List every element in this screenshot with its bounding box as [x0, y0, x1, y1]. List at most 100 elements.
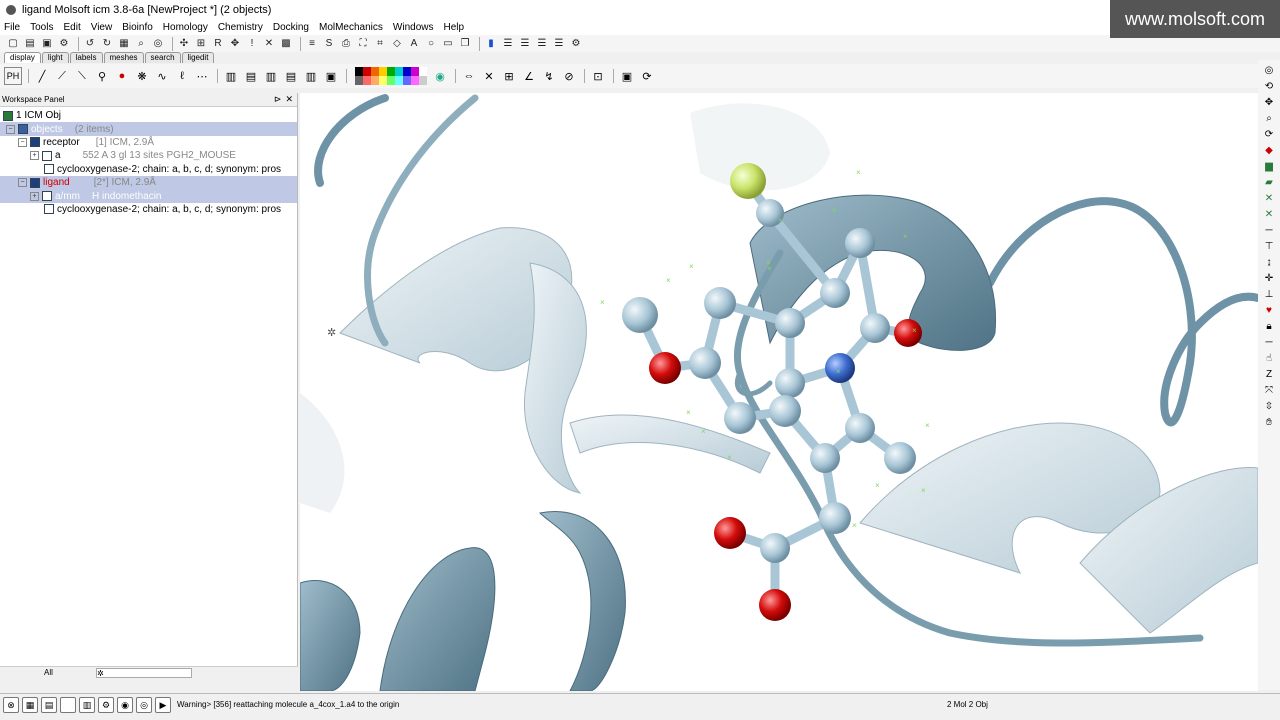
site-label-icon[interactable]: ▤ [282, 67, 300, 85]
tree-receptor-chain[interactable]: + a 552 A 3 gl 13 sites PGH2_MOUSE [0, 149, 297, 162]
new-file-icon[interactable]: ▢ [6, 37, 20, 51]
cpk-icon[interactable]: ● [113, 67, 131, 85]
collapse-icon[interactable]: − [18, 137, 27, 147]
crop-icon[interactable]: ⌗ [373, 37, 387, 51]
wire-icon[interactable]: ╱ [33, 67, 51, 85]
surface-icon[interactable]: ❋ [133, 67, 151, 85]
atom-c[interactable] [884, 442, 916, 474]
clear-measure-icon[interactable]: ⊘ [560, 67, 578, 85]
expand-icon[interactable]: + [30, 151, 39, 161]
axes-icon[interactable]: ⤧ [1262, 384, 1276, 398]
fog-icon[interactable]: ≡ [305, 37, 319, 51]
grid-icon[interactable]: ▩ [279, 37, 293, 51]
tab-search[interactable]: search [144, 52, 181, 63]
eye-icon[interactable]: ◎ [136, 696, 152, 713]
tab-light[interactable]: light [41, 52, 69, 63]
atom-c[interactable] [775, 368, 805, 398]
atom-c[interactable] [689, 347, 721, 379]
search-structure-icon[interactable]: ⌕ [134, 37, 148, 51]
blank-icon[interactable] [60, 696, 76, 713]
menu-windows[interactable]: Windows [393, 22, 434, 33]
tree-receptor-desc[interactable]: cyclooxygenase-2; chain: a, b, c, d; syn… [0, 163, 297, 176]
atom-c[interactable] [769, 395, 801, 427]
atom-c[interactable] [775, 308, 805, 338]
atom-c[interactable] [845, 228, 875, 258]
menu-chemistry[interactable]: Chemistry [218, 22, 263, 33]
select-tool-icon[interactable]: ✣ [177, 37, 191, 51]
refresh-icon[interactable]: ⟳ [1262, 128, 1276, 142]
var-label-icon[interactable]: ▥ [302, 67, 320, 85]
open-folder-icon[interactable]: ▤ [23, 37, 37, 51]
menu-bioinfo[interactable]: Bioinfo [122, 22, 153, 33]
stack2-icon[interactable]: ☰ [518, 37, 532, 51]
menu-edit[interactable]: Edit [63, 22, 80, 33]
atom-o[interactable] [649, 352, 681, 384]
angle-icon[interactable]: ∠ [520, 67, 538, 85]
tab-labels[interactable]: labels [69, 52, 103, 63]
camera-icon[interactable]: ◉ [117, 696, 133, 713]
collapse-icon[interactable]: − [18, 178, 27, 188]
cross-move-icon[interactable]: ✛ [1262, 272, 1276, 286]
menu-docking[interactable]: Docking [273, 22, 309, 33]
tab-meshes[interactable]: meshes [103, 52, 144, 63]
tree-objects[interactable]: − objects (2 items) [0, 122, 297, 136]
target-icon[interactable]: ◎ [1262, 64, 1276, 78]
distance-icon[interactable]: ⇔ [460, 67, 478, 85]
grid-toggle-icon[interactable]: ⊞ [500, 67, 518, 85]
pin-icon[interactable]: ⊳ [274, 94, 282, 105]
heart-icon[interactable]: ♥ [1262, 304, 1276, 318]
atom-c[interactable] [704, 287, 736, 319]
pdb-icon[interactable]: ▦ [117, 37, 131, 51]
move-icon[interactable]: ✥ [1262, 96, 1276, 110]
menu-help[interactable]: Help [443, 22, 464, 33]
atom-c[interactable] [860, 313, 890, 343]
cross-icon[interactable]: ✕ [1262, 208, 1276, 222]
stack4-icon[interactable]: ☰ [552, 37, 566, 51]
print-icon[interactable]: ⎙ [339, 37, 353, 51]
tree-ligand-chain[interactable]: + a/mm H indomethacin [0, 189, 297, 203]
box-label-icon[interactable]: ▣ [322, 67, 340, 85]
align-icon[interactable]: ↨ [1262, 256, 1276, 270]
tab-display[interactable]: display [4, 52, 41, 63]
gear-icon[interactable]: ⚙ [98, 696, 114, 713]
atom-c[interactable] [622, 297, 658, 333]
color-palette[interactable] [355, 67, 427, 85]
save-view-icon[interactable]: ▣ [618, 67, 636, 85]
menu-molmechanics[interactable]: MolMechanics [319, 22, 383, 33]
target-icon[interactable]: ◎ [151, 37, 165, 51]
collapse-icon[interactable]: − [6, 124, 15, 134]
window-icon[interactable]: ▭ [441, 37, 455, 51]
ph-icon[interactable]: PH [4, 67, 22, 85]
res-label-icon[interactable]: ▥ [262, 67, 280, 85]
atom-c[interactable] [820, 278, 850, 308]
atom-c[interactable] [760, 533, 790, 563]
tree-root[interactable]: 1 ICM Obj [0, 109, 297, 122]
menu-tools[interactable]: Tools [30, 22, 53, 33]
perspective-icon[interactable]: ◇ [390, 37, 404, 51]
screen-icon[interactable]: ▆ [1262, 160, 1276, 174]
atom-o[interactable] [894, 319, 922, 347]
atom-cl[interactable] [730, 163, 766, 199]
hand-icon[interactable]: ✋︎ [1262, 416, 1276, 430]
residue-icon[interactable]: R [211, 37, 225, 51]
redo-icon[interactable]: ↻ [100, 37, 114, 51]
atom-o[interactable] [759, 589, 791, 621]
atom-label-icon[interactable]: ▤ [242, 67, 260, 85]
torsion-icon[interactable]: ↯ [540, 67, 558, 85]
gpu-icon[interactable]: ▦ [22, 696, 38, 713]
lock-icon[interactable]: 🔒︎ [1262, 320, 1276, 334]
gear-icon[interactable]: ⚙ [569, 37, 583, 51]
circle-icon[interactable]: ○ [424, 37, 438, 51]
table-icon[interactable]: ▤ [41, 696, 57, 713]
ribbon-icon[interactable]: ∿ [153, 67, 171, 85]
hbond-icon[interactable]: ⋯ [193, 67, 211, 85]
bar-chart-icon[interactable]: ▥ [222, 67, 240, 85]
movie-icon[interactable]: ▶ [155, 696, 171, 713]
move-icon[interactable]: ✥ [228, 37, 242, 51]
align-bottom-icon[interactable]: ⊥ [1262, 288, 1276, 302]
label-icon[interactable]: ℓ [173, 67, 191, 85]
stack3-icon[interactable]: ☰ [535, 37, 549, 51]
atom-c[interactable] [819, 502, 851, 534]
tab-ligedit[interactable]: ligedit [181, 52, 215, 63]
atom-c[interactable] [724, 402, 756, 434]
